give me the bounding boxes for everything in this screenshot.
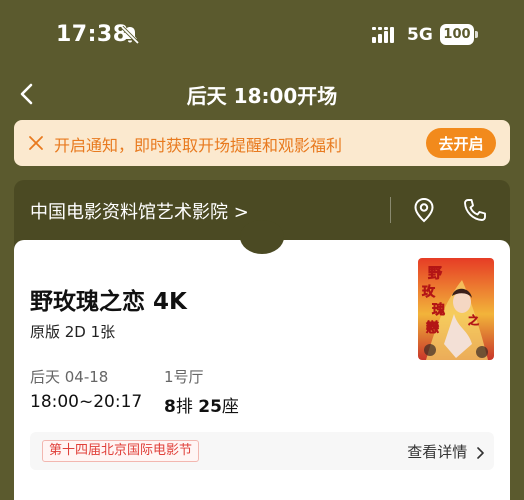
- poster-title-char: 之: [468, 313, 479, 327]
- ticket-card: 野玫瑰之恋 4K 原版 2D 1张 野 玫 瑰 之 戀 后天 04-18 1号厅…: [14, 220, 510, 500]
- cinema-name[interactable]: 中国电影资料馆艺术影院 >: [30, 198, 249, 224]
- poster-title-char: 玫: [422, 284, 436, 300]
- view-details-label: 查看详情: [407, 443, 468, 461]
- network-type: 5G: [407, 25, 433, 45]
- battery-icon: 100: [440, 24, 478, 45]
- status-time: 17:38: [56, 22, 129, 47]
- movie-format: 原版 2D 1张: [30, 323, 116, 341]
- seat-unit: 座: [221, 397, 239, 417]
- show-date: 后天 04-18: [30, 368, 109, 386]
- show-time-range: 18:00~20:17: [30, 392, 143, 412]
- status-bar: 17:38 5G 100: [0, 0, 524, 72]
- divider: [390, 197, 391, 223]
- phone-icon[interactable]: [462, 197, 486, 223]
- ticket-notch: [240, 220, 284, 254]
- poster-title-char: 戀: [426, 320, 439, 336]
- page-title: 后天 18:00开场: [186, 84, 338, 108]
- seat-row-unit: 排: [175, 397, 193, 417]
- close-icon[interactable]: [28, 135, 44, 151]
- festival-tag: 第十四届北京国际电影节: [42, 440, 200, 462]
- notification-text: 开启通知，即时获取开场提醒和观影福利: [54, 136, 343, 155]
- notification-banner: 开启通知，即时获取开场提醒和观影福利 去开启: [14, 120, 510, 166]
- seat-number: 25: [198, 397, 222, 417]
- signal-icon: [372, 27, 394, 43]
- seat-row: 8: [164, 397, 176, 417]
- battery-level: 100: [440, 24, 474, 45]
- chevron-right-icon: [477, 446, 484, 459]
- hall-name: 1号厅: [164, 368, 204, 386]
- seat-info: 8排 25座: [164, 392, 239, 417]
- festival-row[interactable]: 第十四届北京国际电影节 查看详情: [30, 432, 494, 470]
- poster-title-char: 瑰: [432, 302, 445, 318]
- view-details-link[interactable]: 查看详情: [407, 441, 484, 462]
- enable-notification-button[interactable]: 去开启: [426, 128, 496, 158]
- movie-title: 野玫瑰之恋 4K: [30, 289, 187, 315]
- movie-poster[interactable]: 野 玫 瑰 之 戀: [418, 258, 494, 360]
- battery-cap: [475, 31, 478, 38]
- bell-muted-icon: [120, 25, 140, 45]
- location-pin-icon[interactable]: [412, 197, 436, 223]
- poster-title-char: 野: [428, 266, 442, 282]
- nav-bar: 后天 18:00开场: [0, 72, 524, 116]
